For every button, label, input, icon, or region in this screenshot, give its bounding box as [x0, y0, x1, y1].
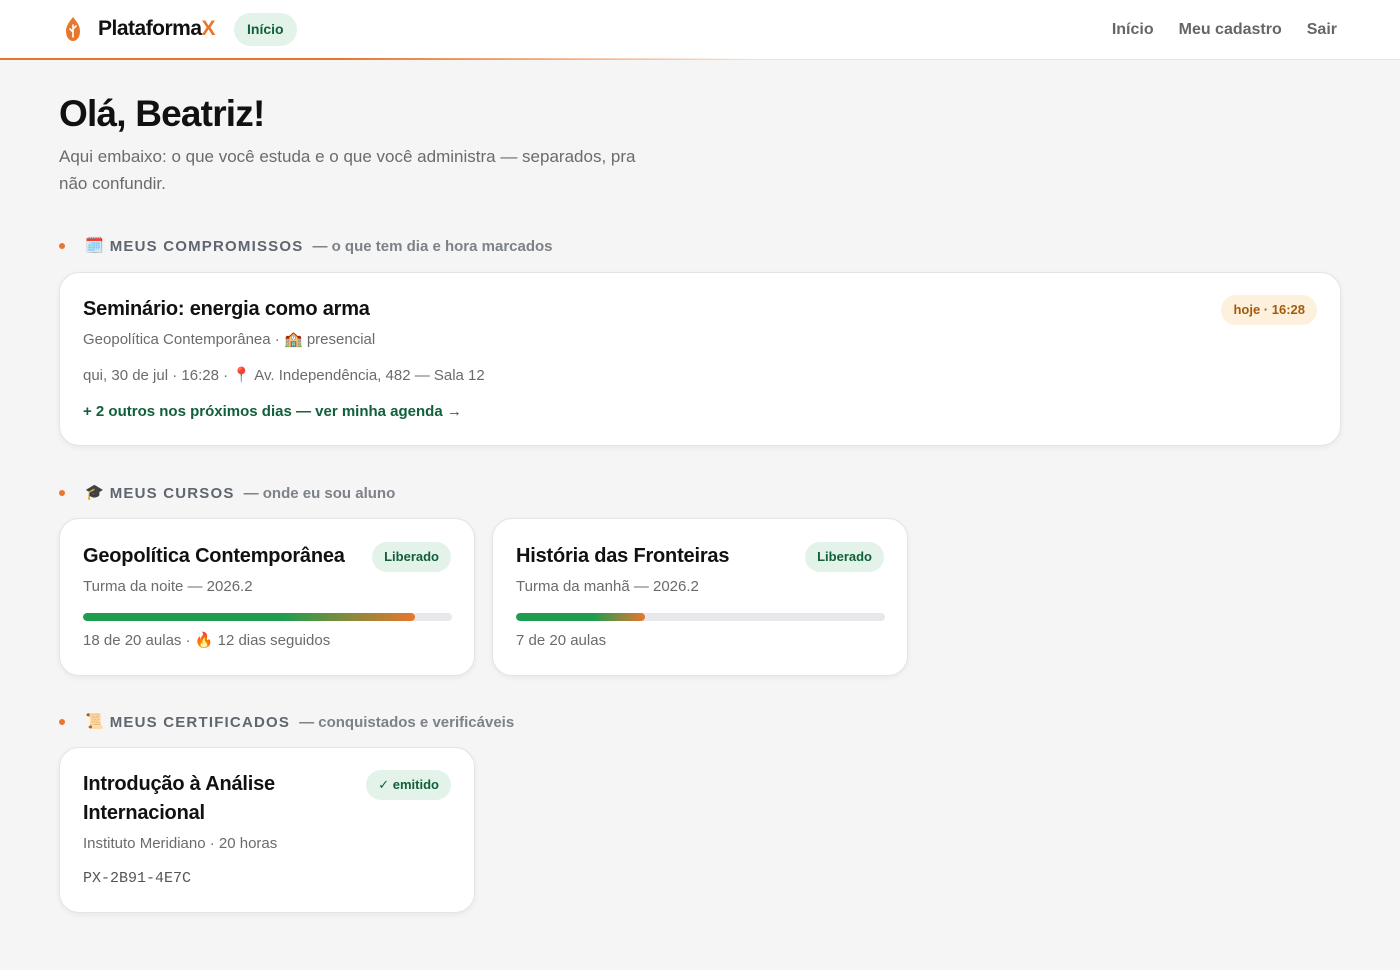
nav-sair-link[interactable]: Sair	[1307, 20, 1337, 40]
section-bullet	[59, 490, 65, 496]
commitment-date: qui, 30 de jul · 16:28 ·	[83, 367, 229, 384]
commitment-course-line: Geopolítica Contemporânea · 🏫 presencial	[83, 331, 376, 348]
course-streak: 12 dias seguidos	[217, 632, 331, 649]
certificate-title-line2: Internacional	[83, 802, 205, 824]
section-bullet	[59, 719, 65, 725]
nav-meu-cadastro-link[interactable]: Meu cadastro	[1179, 20, 1282, 40]
course-progress-fill	[83, 613, 416, 621]
commitment-course: Geopolítica Contemporânea	[83, 331, 271, 348]
certificate-card[interactable]: Introdução à Análise Internacional ✓ emi…	[59, 747, 475, 913]
section-hint: — onde eu sou aluno	[243, 484, 396, 502]
commitment-title: Seminário: energia como arma	[83, 298, 370, 320]
course-progress-bar	[83, 613, 452, 621]
brand-accent: X	[201, 17, 216, 40]
course-lessons: 18 de 20 aulas ·	[83, 632, 191, 649]
certificate-issuer: Instituto Meridiano · 20 horas	[83, 835, 278, 852]
certificate-title-line1: Introdução à Análise	[83, 773, 275, 795]
certificate-status-badge: ✓ emitido	[366, 770, 451, 800]
course-lessons-line: 18 de 20 aulas · 🔥 12 dias seguidos	[83, 631, 330, 651]
course-status-badge: Liberado	[372, 542, 451, 572]
course-lessons: 7 de 20 aulas	[516, 632, 607, 649]
course-title: História das Fronteiras	[516, 545, 730, 567]
course-class: Turma da manhã — 2026.2	[516, 578, 699, 595]
fire-icon: 🔥	[194, 632, 214, 649]
commitment-when-where: qui, 30 de jul · 16:28 · 📍 Av. Independê…	[83, 366, 485, 386]
section-bullet	[59, 243, 65, 249]
certificate-code[interactable]: PX-2B91-4E7C	[83, 869, 191, 889]
brand-name[interactable]: PlataformaX	[98, 16, 216, 42]
course-title: Geopolítica Contemporânea	[83, 545, 345, 567]
section-title: MEUS CERTIFICADOS	[109, 713, 291, 731]
header-accent-line	[0, 58, 760, 60]
section-certificates-heading: 📜 MEUS CERTIFICADOS — conquistados e ver…	[59, 712, 514, 732]
commitment-card[interactable]: Seminário: energia como arma Geopolítica…	[59, 272, 1341, 446]
section-courses-heading: 🎓 MEUS CURSOS — onde eu sou aluno	[59, 483, 395, 503]
calendar-icon: 🗓️	[85, 237, 104, 254]
flame-logo-icon[interactable]	[64, 16, 82, 42]
section-title: MEUS CURSOS	[109, 484, 235, 502]
scroll-icon: 📜	[85, 713, 104, 730]
school-icon: 🏫	[283, 331, 303, 348]
section-hint: — conquistados e verificáveis	[299, 713, 515, 731]
commitment-mode: presencial	[306, 331, 376, 348]
course-class: Turma da noite — 2026.2	[83, 578, 253, 595]
page-subtitle: Aqui embaixo: o que você estuda e o que …	[59, 147, 636, 193]
course-status-badge: Liberado	[805, 542, 884, 572]
main-nav: Início Meu cadastro Sair	[1112, 20, 1337, 40]
graduation-cap-icon: 🎓	[85, 484, 104, 501]
section-hint: — o que tem dia e hora marcados	[312, 237, 553, 255]
section-commitments-heading: 🗓️ MEUS COMPROMISSOS — o que tem dia e h…	[59, 236, 553, 256]
course-card-geopolitica[interactable]: Geopolítica Contemporânea Liberado Turma…	[59, 518, 475, 676]
commitment-location: Av. Independência, 482 — Sala 12	[254, 367, 485, 384]
nav-inicio-link[interactable]: Início	[1112, 20, 1154, 40]
location-pin-icon: 📍	[232, 367, 251, 384]
course-progress-fill	[516, 613, 646, 621]
page-title: Olá, Beatriz!	[59, 93, 265, 134]
view-agenda-link[interactable]: + 2 outros nos próximos dias — ver minha…	[83, 402, 462, 422]
course-progress-bar	[516, 613, 885, 621]
brand-main: Plataforma	[98, 17, 202, 40]
current-page-pill[interactable]: Início	[234, 13, 297, 46]
top-bar: PlataformaX Início Início Meu cadastro S…	[0, 0, 1400, 60]
course-card-historia[interactable]: História das Fronteiras Liberado Turma d…	[492, 518, 908, 676]
section-title: MEUS COMPROMISSOS	[109, 237, 304, 255]
time-badge: hoje · 16:28	[1221, 295, 1317, 325]
